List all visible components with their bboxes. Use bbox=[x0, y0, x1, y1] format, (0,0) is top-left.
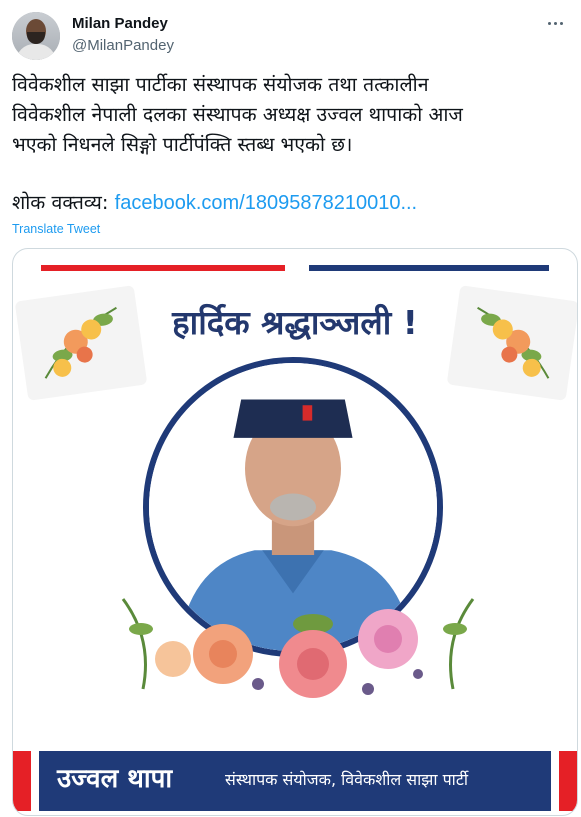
tweet-image[interactable]: हार्दिक श्रद्धाञ्जली ! उज्वल थापा संस्था… bbox=[12, 248, 578, 816]
facebook-link[interactable]: facebook.com/18095878210010... bbox=[115, 192, 417, 214]
floral-wreath bbox=[113, 579, 483, 709]
top-blue-stripe bbox=[309, 265, 549, 271]
banner-red-left bbox=[13, 751, 31, 811]
tweet-link-line: शोक वक्तव्य: facebook.com/18095878210010… bbox=[12, 188, 417, 218]
author-handle[interactable]: @MilanPandey bbox=[72, 36, 174, 56]
more-dot bbox=[553, 21, 557, 25]
more-dot bbox=[547, 21, 551, 25]
banner-name: उज्वल थापा bbox=[57, 764, 173, 794]
author-display-name[interactable]: Milan Pandey bbox=[72, 14, 174, 34]
tweet-header: Milan Pandey @MilanPandey bbox=[12, 10, 569, 62]
banner-title: संस्थापक संयोजक, विवेकशील साझा पार्टी bbox=[225, 770, 469, 789]
tweet-line: विवेकशील नेपाली दलका संस्थापक अध्यक्ष उज… bbox=[12, 103, 463, 126]
more-dot bbox=[559, 21, 563, 25]
banner-red-right bbox=[559, 751, 577, 811]
translate-tweet-link[interactable]: Translate Tweet bbox=[12, 221, 100, 237]
tweet-line: विवेकशील साझा पार्टीका संस्थापक संयोजक त… bbox=[12, 73, 429, 96]
author-names: Milan Pandey @MilanPandey bbox=[72, 14, 174, 56]
tweet-body: विवेकशील साझा पार्टीका संस्थापक संयोजक त… bbox=[12, 70, 574, 160]
link-prefix: शोक वक्तव्य: bbox=[12, 191, 115, 214]
more-options-icon[interactable] bbox=[543, 14, 567, 32]
tweet-line: भएको निधनले सिङ्गो पार्टीपंक्ति स्तब्ध भ… bbox=[12, 133, 353, 156]
top-red-stripe bbox=[41, 265, 285, 271]
tribute-headline: हार्दिक श्रद्धाञ्जली ! bbox=[172, 303, 418, 342]
avatar[interactable] bbox=[12, 12, 60, 60]
